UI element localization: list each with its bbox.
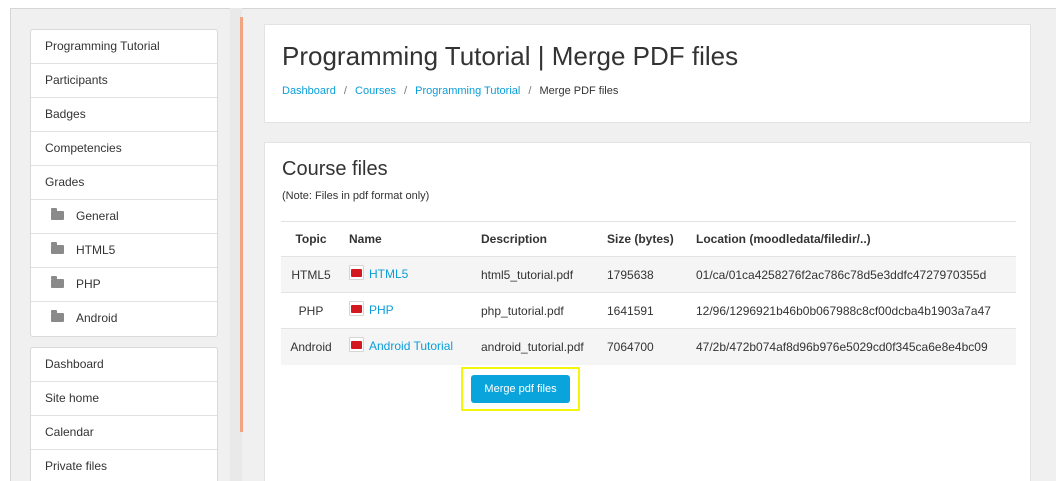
site-nav-block: Dashboard Site home Calendar Private fil…: [30, 347, 218, 481]
cell-location: 12/96/1296921b46b0b067988c8cf00dcba4b190…: [688, 292, 1016, 329]
cell-size: 7064700: [599, 328, 688, 365]
pdf-icon: [349, 337, 364, 353]
folder-icon: [51, 310, 64, 323]
pdf-icon: [349, 301, 364, 317]
sidebar-item-label: Dashboard: [45, 357, 104, 371]
page-header: Programming Tutorial | Merge PDF files D…: [264, 24, 1031, 123]
column-header-location: Location (moodledata/filedir/..): [688, 221, 1016, 257]
file-link-html5[interactable]: HTML5: [369, 267, 408, 281]
file-link-php[interactable]: PHP: [369, 303, 394, 317]
breadcrumb-programming-tutorial[interactable]: Programming Tutorial: [415, 85, 520, 97]
accent-line: [240, 17, 243, 432]
sidebar-item-calendar[interactable]: Calendar: [31, 416, 217, 450]
cell-name: PHP: [341, 292, 473, 329]
cell-topic: Android: [281, 328, 341, 365]
sidebar-item-grades[interactable]: Grades: [31, 166, 217, 200]
page-title: Programming Tutorial | Merge PDF files: [282, 41, 739, 71]
table-row: PHP PHP php_tutorial.pdf 1641591 12/96/1…: [281, 292, 1016, 329]
cell-location: 01/ca/01ca4258276f2ac786c78d5e3ddfc47279…: [688, 256, 1016, 293]
sidebar-item-label: Competencies: [45, 141, 122, 155]
table-header-row: Topic Name Description Size (bytes) Loca…: [281, 221, 1016, 257]
sidebar-item-label: Programming Tutorial: [45, 39, 160, 53]
sidebar-item-android[interactable]: Android: [31, 302, 217, 336]
folder-icon: [51, 208, 64, 221]
cell-description: html5_tutorial.pdf: [473, 256, 599, 293]
cell-topic: PHP: [281, 292, 341, 329]
main-content: Course files (Note: Files in pdf format …: [264, 142, 1031, 481]
cell-size: 1795638: [599, 256, 688, 293]
breadcrumb-current: Merge PDF files: [539, 85, 619, 97]
format-note: (Note: Files in pdf format only): [282, 190, 430, 202]
breadcrumb-separator: /: [404, 85, 408, 97]
section-title: Course files: [282, 158, 388, 180]
sidebar-item-badges[interactable]: Badges: [31, 98, 217, 132]
pdf-icon: [349, 265, 364, 281]
cell-location: 47/2b/472b074af8d96b976e5029cd0f345ca6e8…: [688, 328, 1016, 365]
breadcrumb-dashboard[interactable]: Dashboard: [282, 85, 336, 97]
sidebar-item-competencies[interactable]: Competencies: [31, 132, 217, 166]
file-link-android-tutorial[interactable]: Android Tutorial: [369, 339, 453, 353]
column-header-description: Description: [473, 221, 599, 257]
column-header-size: Size (bytes): [599, 221, 688, 257]
sidebar-item-php[interactable]: PHP: [31, 268, 217, 302]
cell-name: HTML5: [341, 256, 473, 293]
sidebar-item-label: Participants: [45, 73, 108, 87]
column-header-topic: Topic: [281, 221, 341, 257]
breadcrumb-separator: /: [343, 85, 347, 97]
folder-icon: [51, 276, 64, 289]
table-row: Android Android Tutorial android_tutoria…: [281, 328, 1016, 365]
breadcrumb-courses[interactable]: Courses: [355, 85, 396, 97]
sidebar-item-label: Grades: [45, 175, 85, 189]
cell-name: Android Tutorial: [341, 328, 473, 365]
folder-icon: [51, 242, 64, 255]
sidebar-item-site-home[interactable]: Site home: [31, 382, 217, 416]
course-files-table: Topic Name Description Size (bytes) Loca…: [281, 221, 1016, 365]
sidebar-item-label: PHP: [76, 277, 101, 291]
sidebar-item-label: Site home: [45, 391, 100, 405]
sidebar-item-label: HTML5: [76, 243, 116, 257]
table-row: HTML5 HTML5 html5_tutorial.pdf 1795638 0…: [281, 256, 1016, 293]
breadcrumb-separator: /: [528, 85, 532, 97]
sidebar-item-label: Private files: [45, 459, 108, 473]
sidebar-item-private-files[interactable]: Private files: [31, 450, 217, 481]
cell-description: php_tutorial.pdf: [473, 292, 599, 329]
cell-topic: HTML5: [281, 256, 341, 293]
cell-size: 1641591: [599, 292, 688, 329]
merge-pdf-button[interactable]: Merge pdf files: [471, 375, 570, 403]
cell-description: android_tutorial.pdf: [473, 328, 599, 365]
sidebar-item-general[interactable]: General: [31, 200, 217, 234]
sidebar-item-label: Badges: [45, 107, 86, 121]
sidebar-item-html5[interactable]: HTML5: [31, 234, 217, 268]
course-nav-block: Programming Tutorial Participants Badges…: [30, 29, 218, 337]
column-header-name: Name: [341, 221, 473, 257]
sidebar-item-course[interactable]: Programming Tutorial: [31, 30, 217, 64]
sidebar-item-label: Android: [76, 311, 118, 325]
sidebar-item-label: General: [76, 209, 119, 223]
sidebar-item-dashboard[interactable]: Dashboard: [31, 348, 217, 382]
breadcrumb: Dashboard / Courses / Programming Tutori…: [282, 85, 618, 97]
sidebar-item-label: Calendar: [45, 425, 94, 439]
sidebar-item-participants[interactable]: Participants: [31, 64, 217, 98]
